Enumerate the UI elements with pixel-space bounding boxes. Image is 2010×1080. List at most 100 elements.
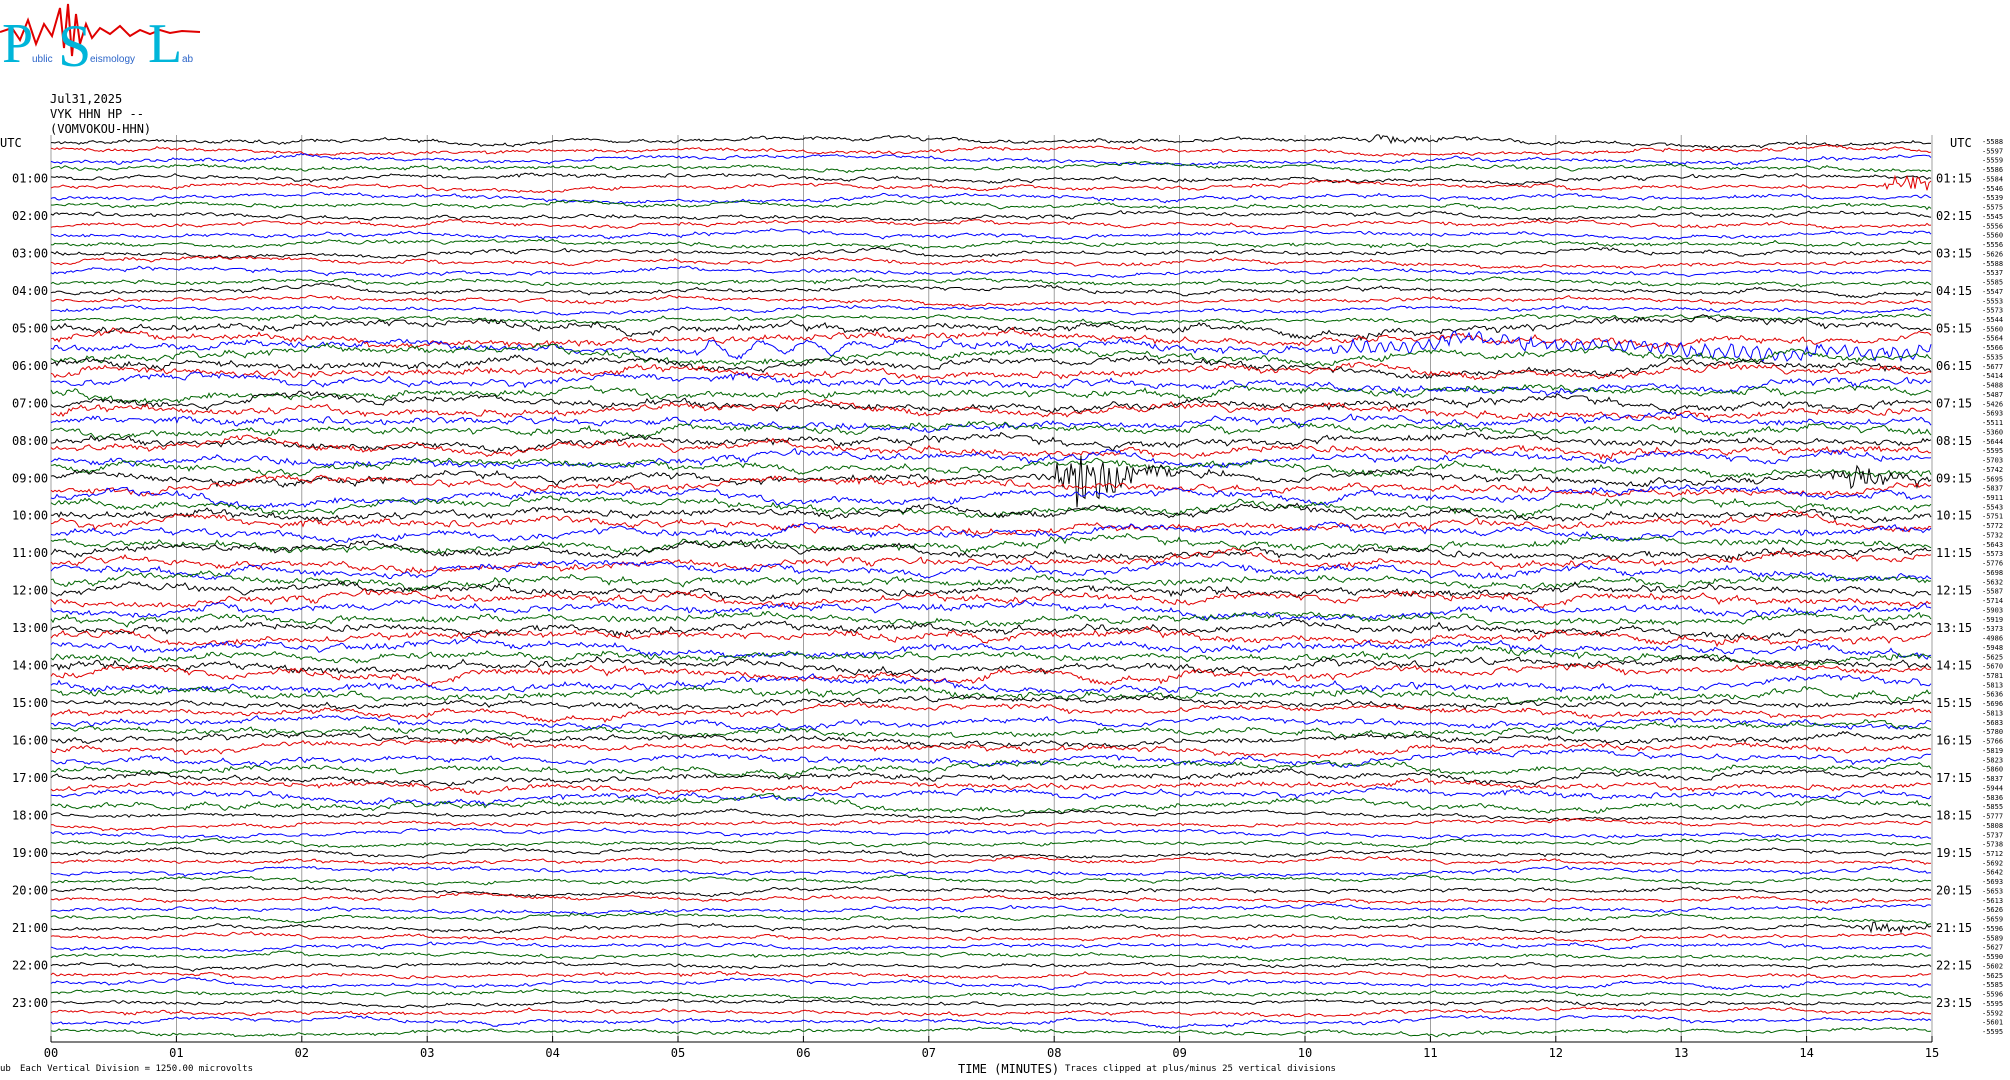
trace-offset-label: -5813 bbox=[1982, 681, 2003, 689]
trace-offset-label: -5547 bbox=[1982, 288, 2003, 296]
trace-offset-label: -5837 bbox=[1982, 775, 2003, 783]
utc-label-left: UTC bbox=[0, 136, 22, 150]
trace-offset-label: -5944 bbox=[1982, 784, 2003, 792]
trace-offset-label: -5780 bbox=[1982, 728, 2003, 736]
trace-offset-label: -5602 bbox=[1982, 962, 2003, 970]
trace-offset-label: -5693 bbox=[1982, 410, 2003, 418]
hour-label-right: 21:15 bbox=[1936, 921, 1972, 935]
trace-offset-label: -5596 bbox=[1982, 925, 2003, 933]
trace-offset-label: -5693 bbox=[1982, 878, 2003, 886]
hour-label-left: 18:00 bbox=[12, 809, 48, 823]
trace-line bbox=[50, 370, 1932, 397]
trace-offset-label: -5626 bbox=[1982, 906, 2003, 914]
utc-label-right: UTC bbox=[1950, 136, 1972, 150]
trace-offset-label: -5855 bbox=[1982, 803, 2003, 811]
trace-offset-label: -5683 bbox=[1982, 719, 2003, 727]
trace-offset-label: -5601 bbox=[1982, 1019, 2003, 1027]
trace-line bbox=[50, 719, 1932, 739]
trace-line bbox=[50, 921, 1932, 934]
trace-offset-label: -5595 bbox=[1982, 447, 2003, 455]
trace-offset-label: -5590 bbox=[1982, 953, 2003, 961]
trace-offset-label: -5487 bbox=[1982, 391, 2003, 399]
trace-line bbox=[50, 885, 1931, 898]
trace-line bbox=[50, 610, 1932, 628]
hour-label-left: 20:00 bbox=[12, 883, 48, 897]
trace-line bbox=[51, 748, 1932, 768]
x-tick-label: 11 bbox=[1423, 1046, 1437, 1060]
hour-label-left: 02:00 bbox=[12, 209, 48, 223]
trace-line bbox=[50, 644, 1932, 667]
trace-offset-label: -5545 bbox=[1982, 213, 2003, 221]
trace-offset-label: -5625 bbox=[1982, 972, 2003, 980]
trace-line bbox=[50, 160, 1932, 174]
trace-offset-label: -5948 bbox=[1982, 644, 2003, 652]
trace-line bbox=[50, 969, 1932, 981]
trace-line bbox=[50, 998, 1932, 1009]
trace-line bbox=[50, 457, 1932, 479]
trace-line bbox=[50, 219, 1932, 230]
trace-offset-label: -5751 bbox=[1982, 513, 2003, 521]
trace-line bbox=[50, 397, 1932, 421]
trace-line bbox=[50, 662, 1932, 687]
hour-label-left: 13:00 bbox=[12, 621, 48, 635]
trace-line bbox=[50, 495, 1932, 519]
trace-offset-label: -5860 bbox=[1982, 766, 2003, 774]
trace-offset-label: -5692 bbox=[1982, 859, 2003, 867]
trace-offset-label: -5903 bbox=[1982, 606, 2003, 614]
clip-note: Traces clipped at plus/minus 25 vertical… bbox=[1065, 1064, 1336, 1074]
hour-label-left: 14:00 bbox=[12, 659, 48, 673]
x-tick-label: 09 bbox=[1172, 1046, 1186, 1060]
trace-line bbox=[50, 191, 1932, 205]
trace-offset-label: -5698 bbox=[1982, 569, 2003, 577]
hour-label-right: 06:15 bbox=[1936, 359, 1972, 373]
hour-label-left: 08:00 bbox=[12, 434, 48, 448]
hour-label-right: 12:15 bbox=[1936, 584, 1972, 598]
trace-offset-label: -5414 bbox=[1982, 372, 2003, 380]
trace-offset-label: -5559 bbox=[1982, 157, 2003, 165]
hour-label-left: 19:00 bbox=[12, 846, 48, 860]
hour-label-right: 11:15 bbox=[1936, 546, 1972, 560]
trace-offset-label: -5573 bbox=[1982, 307, 2003, 315]
trace-offset-label: -5819 bbox=[1982, 747, 2003, 755]
trace-line bbox=[50, 874, 1932, 886]
trace-offset-label: -5823 bbox=[1982, 756, 2003, 764]
x-tick-label: 07 bbox=[922, 1046, 936, 1060]
trace-offset-label: -5696 bbox=[1982, 700, 2003, 708]
trace-offset-label: -5677 bbox=[1982, 363, 2003, 371]
trace-offset-label: -5584 bbox=[1982, 175, 2003, 183]
trace-offset-label: -5625 bbox=[1982, 653, 2003, 661]
hour-label-right: 10:15 bbox=[1936, 509, 1972, 523]
trace-offset-label: -5595 bbox=[1982, 1000, 2003, 1008]
trace-line bbox=[50, 792, 1932, 814]
hour-label-left: 12:00 bbox=[12, 584, 48, 598]
hour-label-right: 22:15 bbox=[1936, 958, 1972, 972]
trace-line bbox=[50, 902, 1932, 915]
trace-offset-label: -5537 bbox=[1982, 269, 2003, 277]
trace-offset-label: -5588 bbox=[1982, 260, 2003, 268]
trace-offset-label: -5632 bbox=[1982, 578, 2003, 586]
trace-offset-label: -5539 bbox=[1982, 194, 2003, 202]
trace-offset-label: -5596 bbox=[1982, 991, 2003, 999]
trace-offset-label: -5556 bbox=[1982, 241, 2003, 249]
trace-line bbox=[50, 1026, 1932, 1038]
trace-offset-label: -5564 bbox=[1982, 335, 2003, 343]
trace-line bbox=[50, 532, 1932, 555]
hour-label-left: 15:00 bbox=[12, 696, 48, 710]
trace-offset-label: -5511 bbox=[1982, 419, 2003, 427]
trace-line bbox=[50, 599, 1932, 621]
time-grid bbox=[50, 135, 1933, 1037]
trace-line bbox=[51, 714, 1932, 731]
trace-line bbox=[50, 238, 1932, 250]
x-tick-label: 13 bbox=[1674, 1046, 1688, 1060]
trace-line bbox=[50, 1006, 1931, 1018]
hour-label-right: 23:15 bbox=[1936, 996, 1972, 1010]
trace-line bbox=[50, 431, 1932, 454]
hour-label-right: 13:15 bbox=[1936, 621, 1972, 635]
trace-line bbox=[50, 827, 1931, 840]
hour-label-left: 01:00 bbox=[12, 171, 48, 185]
trace-line bbox=[50, 941, 1932, 953]
trace-line bbox=[50, 228, 1932, 241]
trace-line bbox=[50, 892, 1932, 905]
trace-offset-label: -5732 bbox=[1982, 531, 2003, 539]
trace-line bbox=[50, 838, 1932, 849]
